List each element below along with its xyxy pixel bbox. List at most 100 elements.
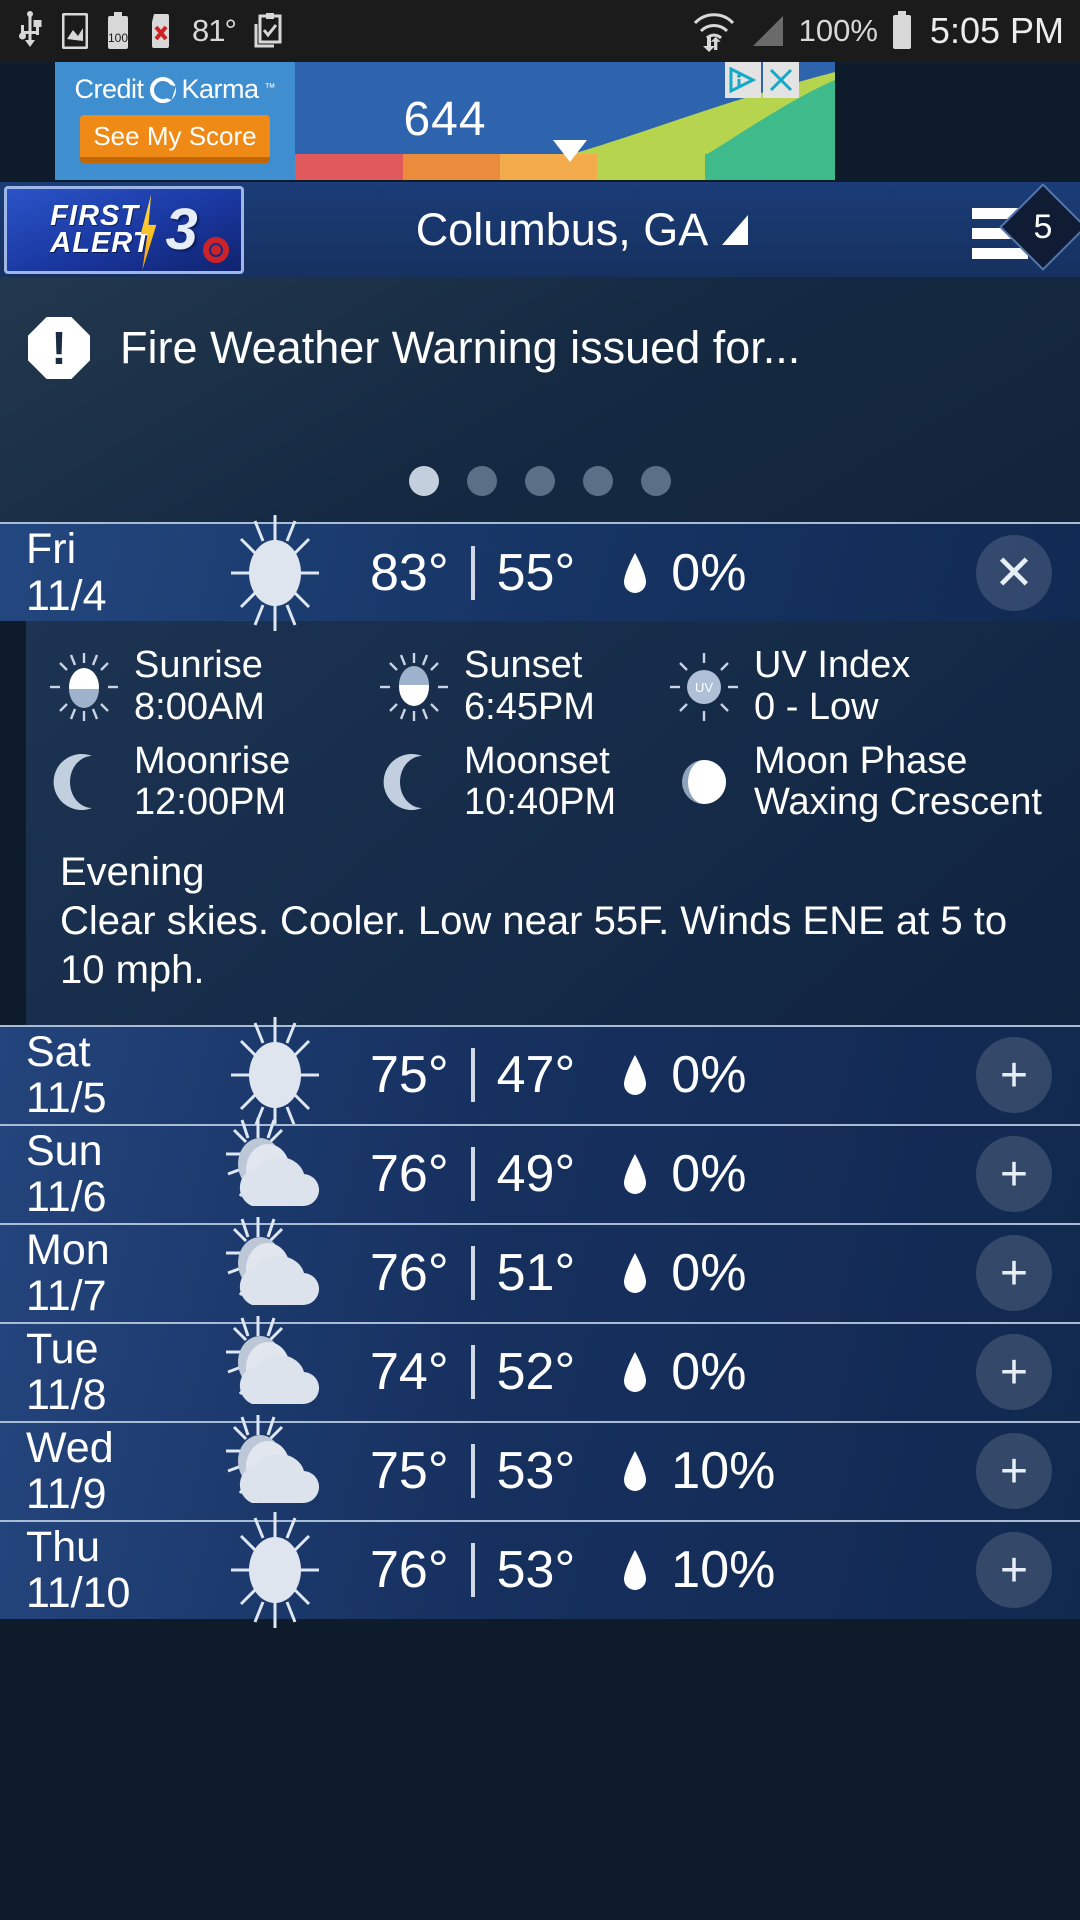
expand-cell[interactable]: + — [948, 1136, 1080, 1213]
day-label-group: Wed 11/9 — [0, 1424, 180, 1517]
expand-button[interactable]: + — [976, 1235, 1052, 1312]
moonset-icon — [378, 746, 450, 818]
forecast-row[interactable]: Sun 11/6 76° 49° 0% + — [0, 1118, 1080, 1223]
precip-percent: 10% — [671, 1442, 776, 1501]
alert-banner[interactable]: Fire Weather Warning issued for... — [0, 277, 1080, 379]
forecast-row[interactable]: Thu 11/10 76° 53° 10% + — [0, 1512, 1080, 1629]
expand-cell[interactable]: + — [948, 1334, 1080, 1411]
temperature-group: 74° 52° 0% — [370, 1342, 948, 1402]
ad-banner[interactable]: 644 Credit Karma ™ See My Score — [55, 62, 835, 180]
expand-cell[interactable]: + — [948, 1532, 1080, 1609]
carousel-dot-2[interactable] — [467, 466, 497, 496]
ad-score-pointer-icon — [553, 140, 587, 162]
sunny-icon — [180, 513, 370, 633]
temp-divider — [470, 1147, 475, 1202]
sunset-label-group: Sunset 6:45PM — [464, 644, 595, 729]
day-label-group: Sun 11/6 — [0, 1126, 180, 1220]
cbs-eye-icon — [203, 236, 229, 263]
moon-phase-label-group: Moon Phase Waxing Crescent — [754, 740, 1042, 825]
raindrop-icon — [621, 1449, 649, 1493]
temp-divider — [470, 1543, 475, 1598]
trademark-symbol: ™ — [264, 82, 276, 94]
ad-banner-region: 644 Credit Karma ™ See My Score — [0, 62, 1080, 182]
low-temp: 47° — [496, 1046, 576, 1105]
expand-button[interactable]: + — [976, 1334, 1052, 1411]
precip-percent: 0% — [671, 1145, 747, 1204]
usb-icon — [16, 11, 44, 51]
low-temp: 51° — [496, 1244, 576, 1303]
alert-text: Fire Weather Warning issued for... — [120, 322, 801, 373]
ad-choices-controls[interactable] — [725, 62, 799, 98]
adchoices-icon[interactable] — [725, 62, 761, 98]
carousel-dot-5[interactable] — [641, 466, 671, 496]
expand-cell[interactable]: + — [948, 1235, 1080, 1312]
forecast-row[interactable]: Tue 11/8 74° 52° 0% + — [0, 1316, 1080, 1421]
forecast-rows-container: Sat 11/5 75° 47° 0% + Sun 11/6 76° 49° 0… — [0, 1017, 1080, 1629]
expand-button[interactable]: + — [976, 1433, 1052, 1510]
sunrise-label: Sunrise — [134, 644, 263, 686]
forecast-row[interactable]: Wed 11/9 75° 53° 10% + — [0, 1415, 1080, 1520]
chevron-down-icon — [722, 214, 749, 245]
day-date: 11/5 — [26, 1074, 107, 1123]
alert-count-value: 5 — [1033, 207, 1053, 246]
forecast-row[interactable]: Mon 11/7 76° 51° 0% + — [0, 1217, 1080, 1322]
sd-card-error-icon — [148, 13, 174, 49]
carousel-dot-1[interactable] — [409, 466, 439, 496]
expand-button[interactable]: + — [976, 1136, 1052, 1213]
expand-button[interactable]: + — [976, 1532, 1052, 1609]
detail-uv-index: UV UV Index 0 - Low — [668, 644, 910, 729]
battery-icon — [890, 11, 914, 51]
moonrise-label-group: Moonrise 12:00PM — [134, 739, 291, 825]
collapse-cell[interactable]: ✕ — [948, 534, 1080, 611]
sunrise-label-group: Sunrise 8:00AM — [134, 644, 265, 729]
high-temp: 75° — [370, 1046, 449, 1105]
see-my-score-button[interactable]: See My Score — [80, 115, 270, 163]
day-name: Tue — [26, 1324, 99, 1373]
hamburger-menu-button[interactable]: 5 — [960, 182, 1080, 277]
temperature-group: 76° 49° 0% — [370, 1144, 948, 1204]
astro-row-sun: Sunrise 8:00AM Sunset 6:45PM UV UV Index… — [26, 639, 1080, 735]
sunny-icon — [180, 1510, 370, 1630]
high-temp: 74° — [370, 1343, 449, 1402]
battery-saver-icon: 100 — [106, 12, 130, 50]
temp-divider — [470, 1246, 475, 1301]
temp-divider — [470, 545, 475, 600]
moonrise-label: Moonrise — [134, 739, 291, 782]
uv-index-icon: UV — [668, 651, 740, 723]
high-temp: 75° — [370, 1442, 449, 1501]
warning-octagon-icon — [28, 317, 90, 379]
carousel-dot-4[interactable] — [583, 466, 613, 496]
moonset-label-group: Moonset 10:40PM — [464, 739, 617, 825]
credit-karma-ring-icon — [149, 76, 176, 103]
low-temp: 55° — [496, 543, 576, 602]
carousel-dots[interactable] — [0, 466, 1080, 496]
day-name: Thu — [26, 1522, 101, 1571]
uv-label-group: UV Index 0 - Low — [754, 644, 910, 729]
day-date: 11/8 — [26, 1371, 107, 1420]
expand-cell[interactable]: + — [948, 1433, 1080, 1510]
carousel-dot-3[interactable] — [525, 466, 555, 496]
day-name: Sun — [26, 1126, 103, 1175]
sunrise-icon — [48, 651, 120, 723]
close-ad-icon[interactable] — [763, 62, 799, 98]
forecast-row-selected[interactable]: Fri 11/4 83° 55° 0% ✕ — [0, 514, 1080, 631]
ad-brand-panel: Credit Karma ™ See My Score — [55, 62, 295, 180]
precip-percent: 0% — [671, 1244, 747, 1303]
low-temp: 52° — [496, 1343, 576, 1402]
day-label-group: Tue 11/8 — [0, 1324, 180, 1420]
station-logo[interactable]: FIRST ALERT 3 — [4, 185, 244, 274]
location-selector[interactable]: Columbus, GA — [204, 204, 960, 256]
moonset-value: 10:40PM — [464, 781, 617, 824]
expand-button[interactable]: + — [976, 1037, 1052, 1114]
status-temperature: 81° — [192, 13, 237, 48]
forecast-row[interactable]: Sat 11/5 75° 47° 0% + — [0, 1017, 1080, 1134]
alert-carousel[interactable]: Fire Weather Warning issued for... — [0, 277, 1080, 522]
collapse-button[interactable]: ✕ — [976, 534, 1052, 611]
temperature-group: 75° 53° 10% — [370, 1441, 948, 1501]
moonset-label: Moonset — [464, 739, 610, 782]
forecast-list: Fri 11/4 83° 55° 0% ✕ Sunrise 8:00AM Sun… — [0, 514, 1080, 1629]
astro-row-moon: Moonrise 12:00PM Moonset 10:40PM Moon Ph… — [26, 735, 1080, 831]
expand-cell[interactable]: + — [948, 1037, 1080, 1114]
moon-phase-value: Waxing Crescent — [754, 781, 1042, 824]
ad-brand-name-last: Karma — [181, 74, 260, 104]
